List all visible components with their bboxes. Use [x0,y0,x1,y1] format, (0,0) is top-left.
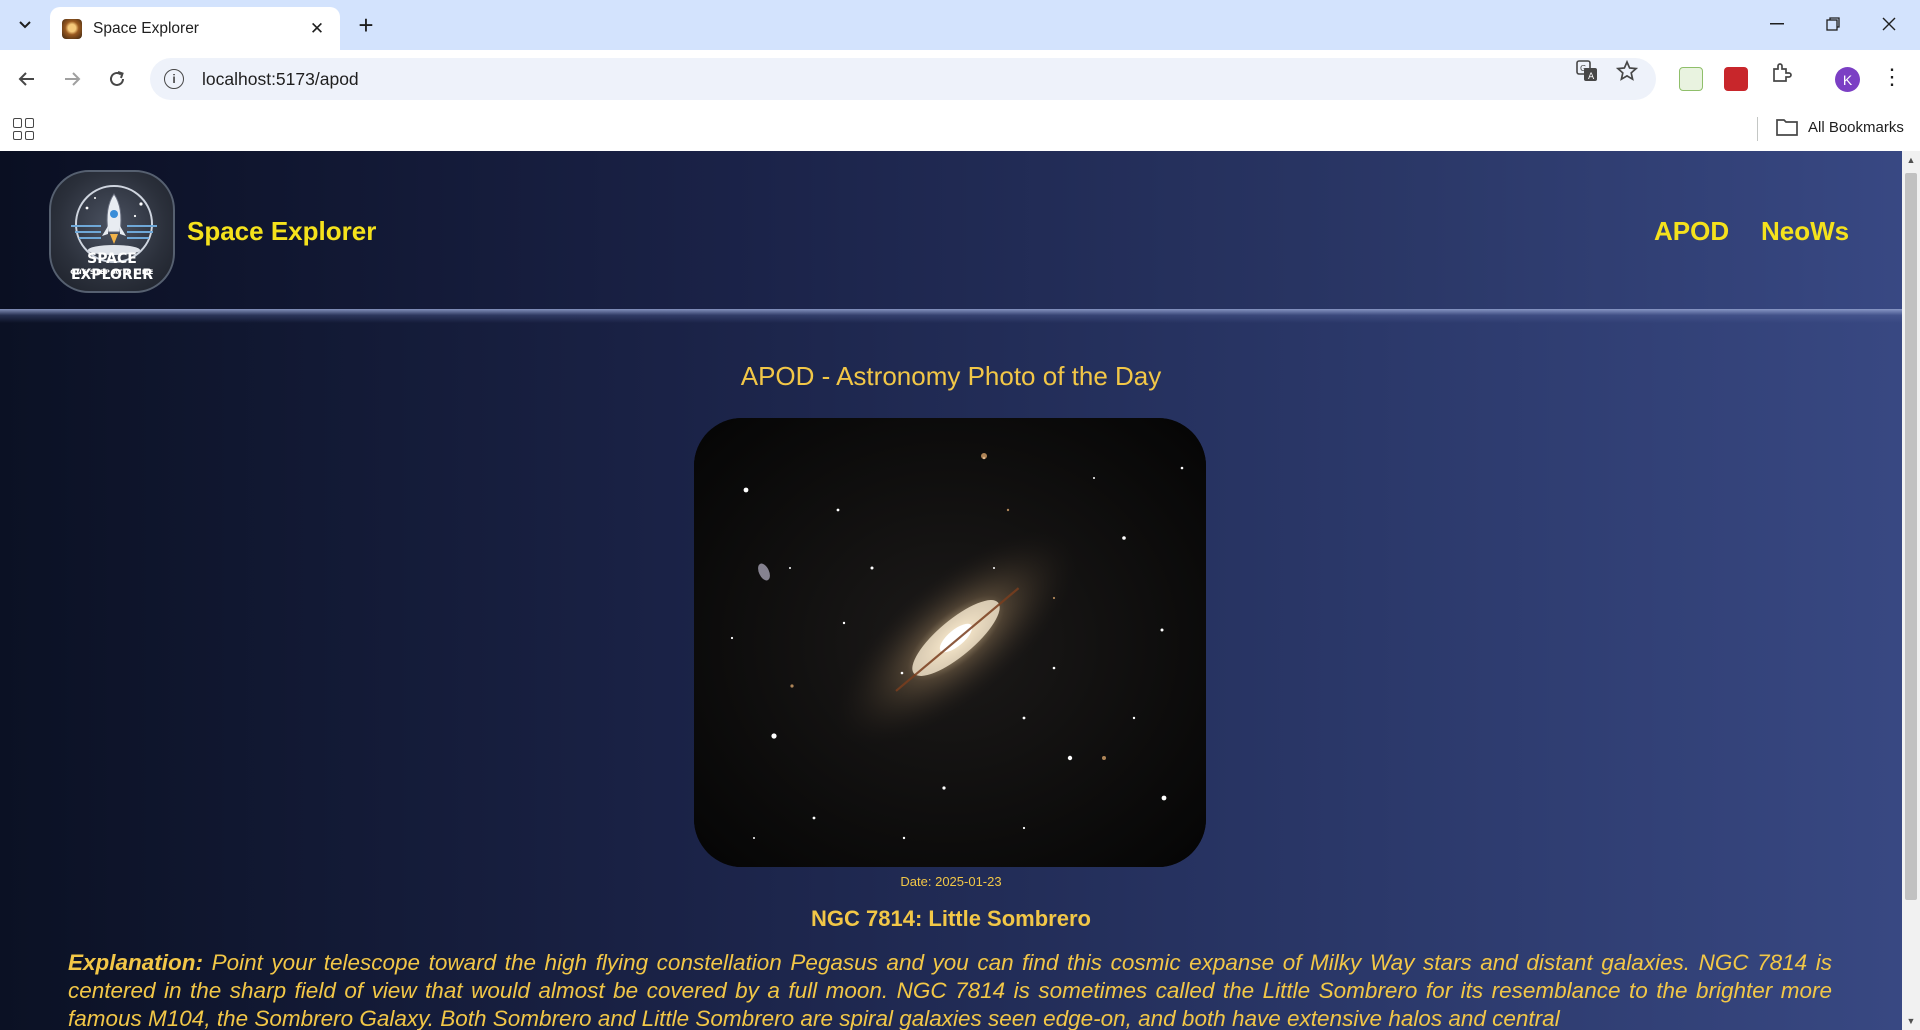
browser-toolbar: i localhost:5173/apod AG K ⋮ [0,50,1920,108]
svg-text:G: G [1580,64,1586,73]
apod-explanation: Explanation: Point your telescope toward… [68,949,1832,1030]
bookmarks-bar: All Bookmarks [0,108,1920,151]
tab-title: Space Explorer [93,19,199,37]
extensions-icon[interactable] [1768,62,1794,90]
logo-title: SPACE EXPLORER [70,251,154,283]
restore-icon[interactable] [1810,8,1856,40]
svg-text:A: A [1588,72,1595,82]
tab-strip: Space Explorer ✕ + [0,0,1920,50]
profile-avatar[interactable]: K [1835,67,1860,92]
site-header: SPACE EXPLORER ONE STEP AT A TIME Space … [0,151,1902,311]
favicon-icon [62,18,82,39]
bookmarks-divider [1757,117,1758,141]
minimize-icon[interactable] [1754,8,1800,40]
nav-link-apod[interactable]: APOD [1654,216,1729,247]
extension-sheet-icon[interactable] [1679,67,1703,91]
apps-icon[interactable] [13,118,35,140]
folder-icon [1776,118,1798,136]
nav-link-neows[interactable]: NeoWs [1761,216,1849,247]
all-bookmarks-link[interactable]: All Bookmarks [1808,119,1904,136]
header-divider [0,309,1902,323]
page-title: APOD - Astronomy Photo of the Day [740,361,1162,391]
tab-search-icon[interactable] [6,9,44,41]
extension-red-icon[interactable] [1724,67,1748,91]
apod-title: NGC 7814: Little Sombrero [811,906,1091,931]
site-info-icon[interactable]: i [164,69,184,89]
page-viewport: SPACE EXPLORER ONE STEP AT A TIME Space … [0,151,1902,1030]
explanation-label: Explanation: [68,950,204,975]
site-logo[interactable]: SPACE EXPLORER ONE STEP AT A TIME [49,170,175,293]
apod-image [694,418,1206,867]
close-icon[interactable]: ✕ [306,19,328,39]
scroll-up-icon[interactable]: ▲ [1906,155,1916,165]
page-scrollbar[interactable]: ▲ ▼ [1902,151,1920,1030]
reload-icon[interactable] [99,61,135,97]
logo-tagline: ONE STEP AT A TIME [70,268,154,276]
scroll-down-icon[interactable]: ▼ [1906,1016,1916,1026]
new-tab-icon[interactable]: + [350,9,382,41]
bookmark-star-icon[interactable] [1614,59,1640,88]
menu-icon[interactable]: ⋮ [1880,64,1904,90]
translate-icon[interactable]: AG [1574,60,1600,88]
scroll-thumb[interactable] [1905,173,1917,900]
window-close-icon[interactable] [1866,8,1912,40]
active-tab[interactable]: Space Explorer ✕ [50,7,340,50]
forward-icon[interactable] [54,61,90,97]
apod-date: Date: 2025-01-23 [900,874,1002,889]
address-bar[interactable]: i localhost:5173/apod [150,58,1656,100]
url-text: localhost:5173/apod [202,68,359,89]
site-title[interactable]: Space Explorer [187,216,376,247]
explanation-text: Point your telescope toward the high fly… [68,950,1832,1030]
back-icon[interactable] [9,61,45,97]
